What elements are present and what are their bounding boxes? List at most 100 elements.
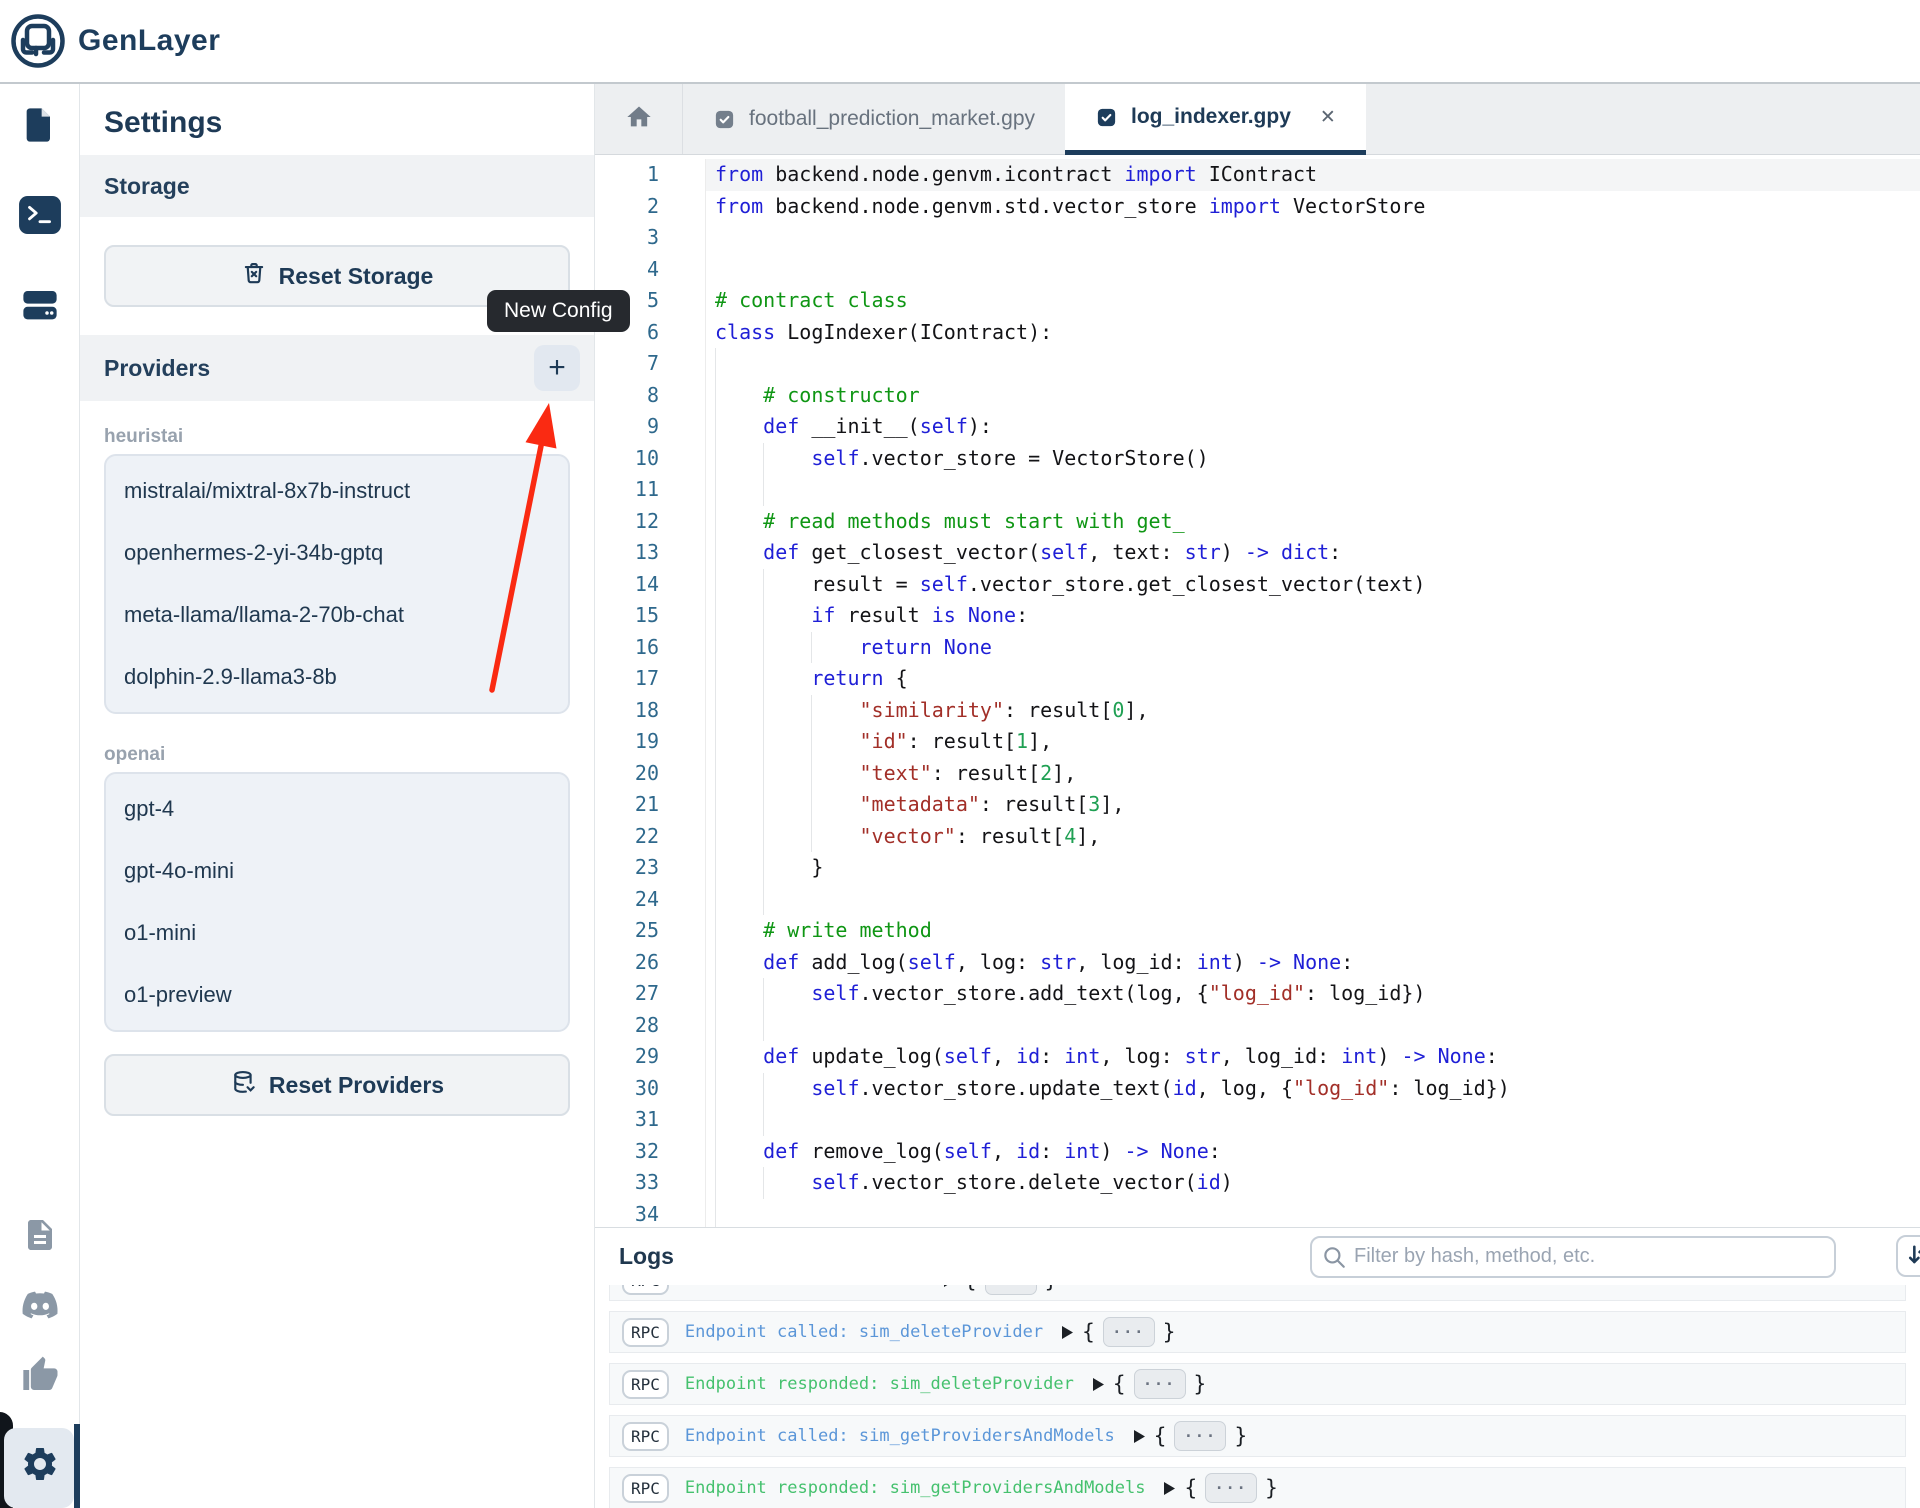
- code-line[interactable]: 24: [595, 884, 1920, 916]
- indent-guide: [715, 947, 716, 979]
- code-line[interactable]: 30 self.vector_store.update_text(id, log…: [595, 1073, 1920, 1105]
- code-line[interactable]: 28: [595, 1010, 1920, 1042]
- indent-guide: [715, 1073, 716, 1105]
- code-line[interactable]: 22 "vector": result[4],: [595, 821, 1920, 853]
- code-editor[interactable]: 1from backend.node.genvm.icontract impor…: [595, 155, 1920, 1227]
- code-text: def add_log(self, log: str, log_id: int)…: [705, 947, 1920, 979]
- sort-logs-button[interactable]: [1896, 1235, 1920, 1277]
- line-number: 18: [595, 695, 705, 727]
- indent-guide: [715, 600, 716, 632]
- code-line[interactable]: 32 def remove_log(self, id: int) -> None…: [595, 1136, 1920, 1168]
- code-line[interactable]: 15 if result is None:: [595, 600, 1920, 632]
- code-line[interactable]: 26 def add_log(self, log: str, log_id: i…: [595, 947, 1920, 979]
- code-line[interactable]: 3: [595, 222, 1920, 254]
- provider-model-item[interactable]: mistralai/mixtral-8x7b-instruct: [106, 460, 568, 522]
- provider-model-item[interactable]: o1-preview: [106, 964, 568, 1026]
- log-row[interactable]: RPCEndpoint called: sim_deleteProvider{·…: [609, 1311, 1906, 1353]
- code-line[interactable]: 11: [595, 474, 1920, 506]
- indent-guide: [763, 978, 764, 1010]
- provider-model-item[interactable]: dolphin-2.9-llama3-8b: [106, 646, 568, 708]
- code-line[interactable]: 7: [595, 348, 1920, 380]
- code-line[interactable]: 4: [595, 254, 1920, 286]
- code-line[interactable]: 20 "text": result[2],: [595, 758, 1920, 790]
- code-line[interactable]: 19 "id": result[1],: [595, 726, 1920, 758]
- code-line[interactable]: 29 def update_log(self, id: int, log: st…: [595, 1041, 1920, 1073]
- ellipsis-chip[interactable]: ···: [1134, 1369, 1186, 1399]
- log-filter-input[interactable]: [1310, 1236, 1836, 1278]
- log-row[interactable]: RPC Endpoint responded: sim_deleteProvide…: [609, 1363, 1906, 1405]
- close-tab-icon[interactable]: ✕: [1320, 106, 1336, 129]
- discord-nav-button[interactable]: [17, 1284, 63, 1330]
- rpc-badge: RPC: [622, 1370, 669, 1399]
- line-number: 22: [595, 821, 705, 853]
- code-lines: 1from backend.node.genvm.icontract impor…: [595, 159, 1920, 1227]
- files-nav-button[interactable]: [17, 104, 63, 150]
- expand-arrow-icon[interactable]: [943, 1285, 956, 1288]
- ellipsis-chip[interactable]: ···: [985, 1285, 1037, 1295]
- code-line[interactable]: 34: [595, 1199, 1920, 1228]
- code-line[interactable]: 1from backend.node.genvm.icontract impor…: [595, 159, 1920, 191]
- code-line[interactable]: 5# contract class: [595, 285, 1920, 317]
- log-list: RPC{···} RPC Endpoint called: sim_deletePr…: [595, 1285, 1920, 1508]
- code-line[interactable]: 18 "similarity": result[0],: [595, 695, 1920, 727]
- feedback-nav-button[interactable]: [17, 1354, 63, 1400]
- code-line[interactable]: 21 "metadata": result[3],: [595, 789, 1920, 821]
- indent-guide: [715, 1167, 716, 1199]
- code-line[interactable]: 25 # write method: [595, 915, 1920, 947]
- tab-log-indexer[interactable]: log_indexer.gpy ✕: [1065, 84, 1366, 155]
- provider-model-item[interactable]: gpt-4o-mini: [106, 840, 568, 902]
- indent-guide: [763, 758, 764, 790]
- code-line[interactable]: 10 self.vector_store = VectorStore(): [595, 443, 1920, 475]
- provider-model-item[interactable]: meta-llama/llama-2-70b-chat: [106, 584, 568, 646]
- code-line[interactable]: 9 def __init__(self):: [595, 411, 1920, 443]
- indent-guide: [763, 632, 764, 664]
- indent-guide: [811, 695, 812, 727]
- provider-model-item[interactable]: openhermes-2-yi-34b-gptq: [106, 522, 568, 584]
- reset-providers-label: Reset Providers: [269, 1072, 444, 1099]
- settings-nav-button[interactable]: [0, 1424, 80, 1508]
- storage-nav-button[interactable]: [17, 284, 63, 330]
- add-provider-button[interactable]: +: [534, 345, 580, 391]
- line-number: 8: [595, 380, 705, 412]
- indent-guide: [715, 726, 716, 758]
- ellipsis-chip[interactable]: ···: [1103, 1317, 1155, 1347]
- log-message: Endpoint called: sim_deleteProvider: [685, 1322, 1043, 1342]
- code-line[interactable]: 17 return {: [595, 663, 1920, 695]
- provider-model-item[interactable]: o1-mini: [106, 902, 568, 964]
- code-line[interactable]: 2from backend.node.genvm.std.vector_stor…: [595, 191, 1920, 223]
- log-row[interactable]: RPCEndpoint called: sim_getProvidersAndM…: [609, 1415, 1906, 1457]
- code-line[interactable]: 13 def get_closest_vector(self, text: st…: [595, 537, 1920, 569]
- expand-arrow-icon[interactable]: [1133, 1429, 1146, 1444]
- code-line[interactable]: 27 self.vector_store.add_text(log, {"log…: [595, 978, 1920, 1010]
- open-brace: {: [1082, 1320, 1095, 1344]
- expand-arrow-icon[interactable]: [1061, 1325, 1074, 1340]
- code-line[interactable]: 14 result = self.vector_store.get_closes…: [595, 569, 1920, 601]
- code-line[interactable]: 33 self.vector_store.delete_vector(id): [595, 1167, 1920, 1199]
- provider-model-item[interactable]: gpt-4: [106, 778, 568, 840]
- code-line[interactable]: 31: [595, 1104, 1920, 1136]
- code-line[interactable]: 23 }: [595, 852, 1920, 884]
- ellipsis-chip[interactable]: ···: [1205, 1473, 1257, 1503]
- indent-guide: [811, 726, 812, 758]
- indent-guide: [715, 506, 716, 538]
- code-line[interactable]: 8 # constructor: [595, 380, 1920, 412]
- docs-nav-button[interactable]: [17, 1214, 63, 1260]
- reset-providers-button[interactable]: Reset Providers: [104, 1054, 570, 1116]
- code-line[interactable]: 6class LogIndexer(IContract):: [595, 317, 1920, 349]
- home-tab-button[interactable]: [595, 84, 683, 154]
- expand-arrow-icon[interactable]: [1163, 1481, 1176, 1496]
- line-number: 27: [595, 978, 705, 1010]
- log-row[interactable]: RPC{···}: [609, 1285, 1906, 1301]
- code-line[interactable]: 16 return None: [595, 632, 1920, 664]
- log-message: Endpoint responded: sim_deleteProvider: [685, 1374, 1074, 1394]
- code-text: [705, 1010, 1920, 1042]
- expand-arrow-icon[interactable]: [1092, 1377, 1105, 1392]
- line-number: 25: [595, 915, 705, 947]
- line-number: 34: [595, 1199, 705, 1228]
- terminal-nav-button[interactable]: [17, 194, 63, 240]
- tab-football-prediction-market[interactable]: football_prediction_market.gpy: [683, 84, 1065, 154]
- rpc-badge: RPC: [622, 1474, 669, 1503]
- ellipsis-chip[interactable]: ···: [1174, 1421, 1226, 1451]
- code-line[interactable]: 12 # read methods must start with get_: [595, 506, 1920, 538]
- log-row[interactable]: RPCEndpoint responded: sim_getProvidersA…: [609, 1467, 1906, 1508]
